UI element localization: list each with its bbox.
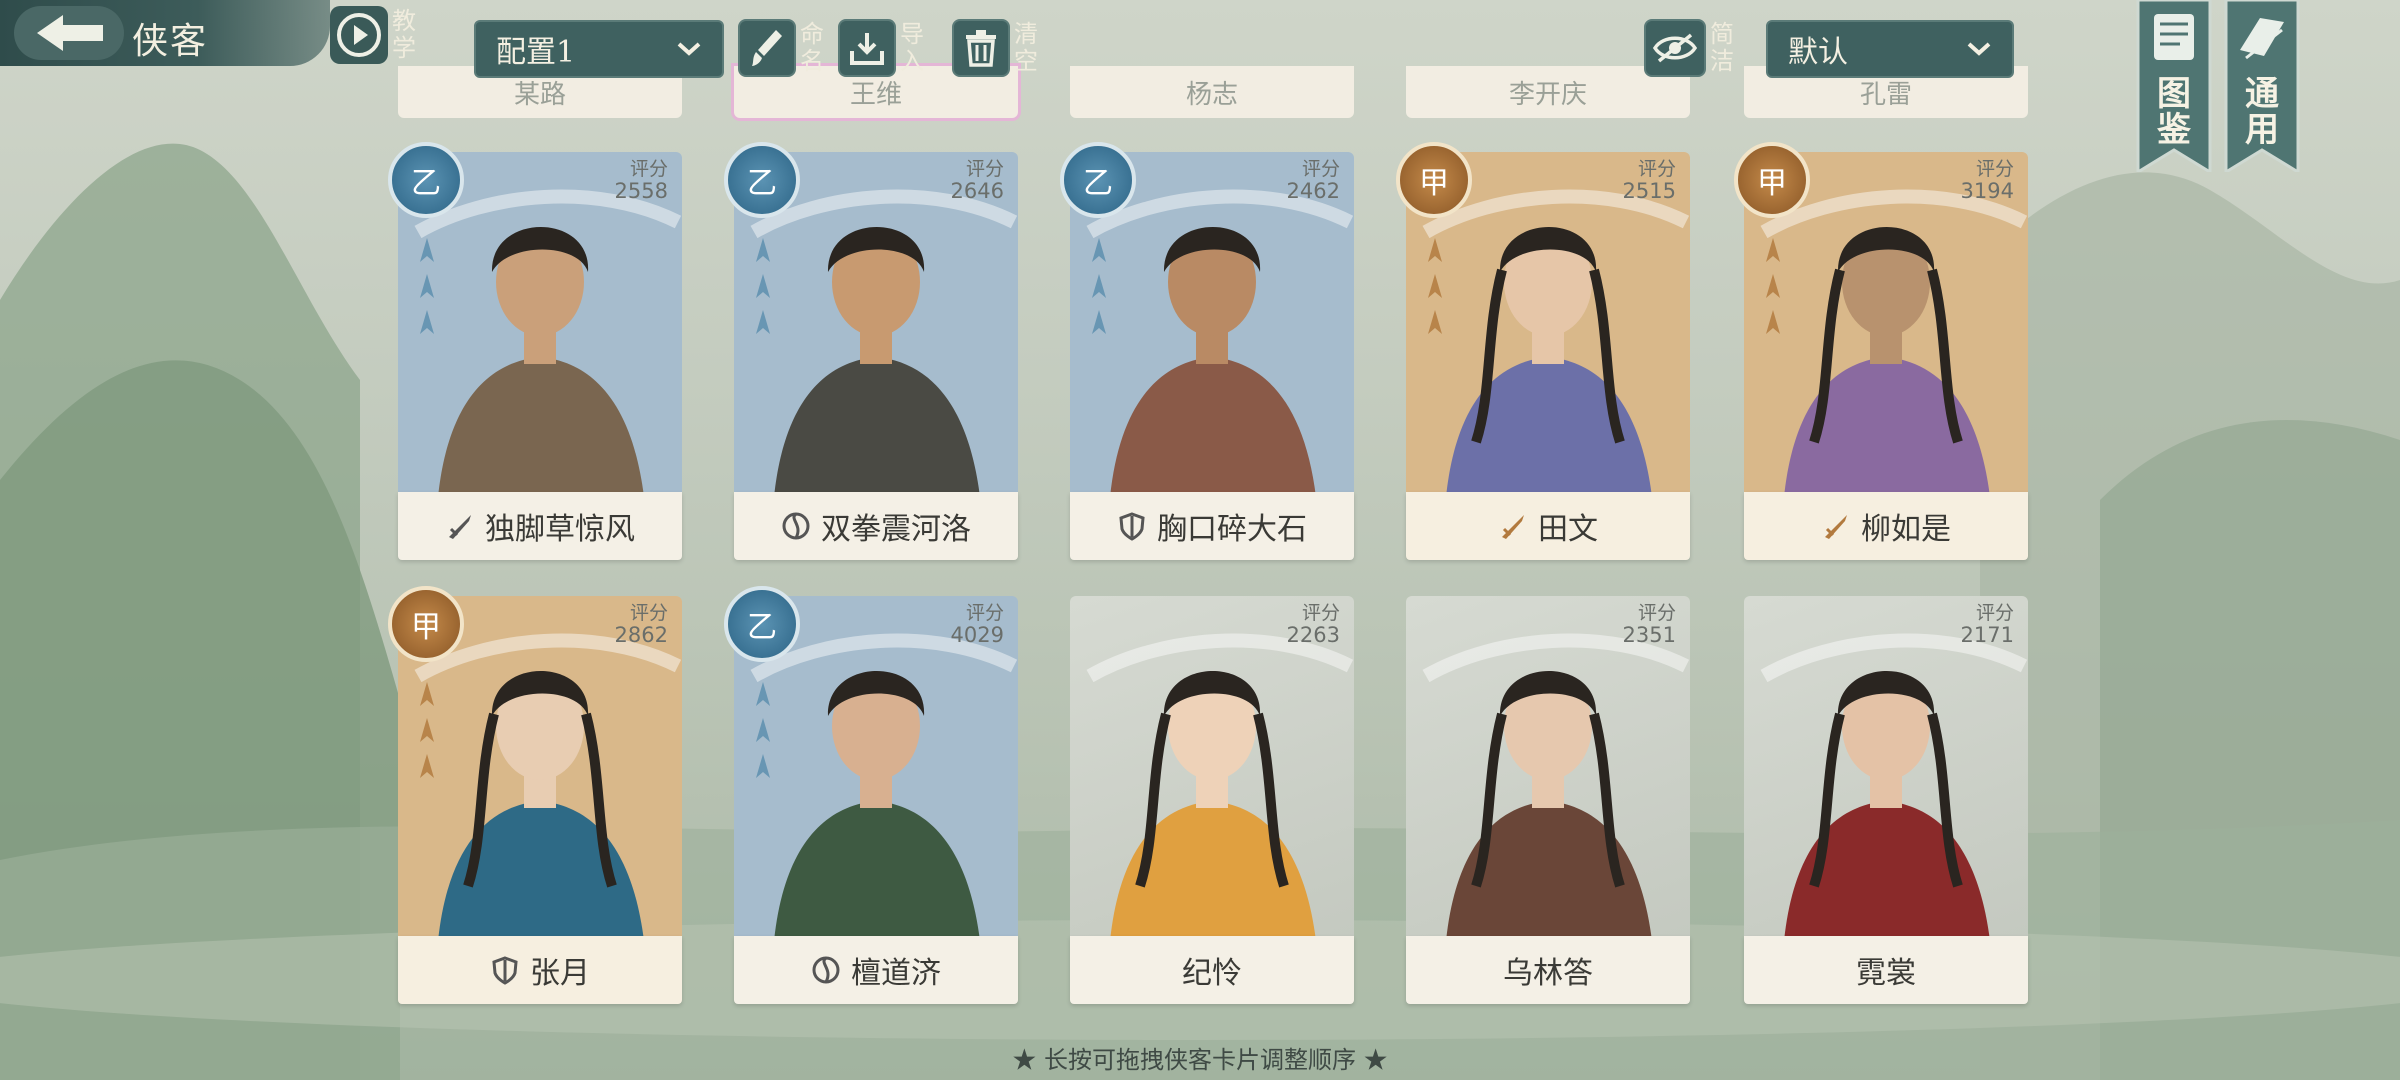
hero-name: 檀道济 [851,956,941,991]
import-button[interactable]: 导入 [838,16,924,80]
eye-hidden-icon [1653,33,1697,63]
hero-portrait [1070,596,1354,941]
score-display: 评分 2515 [1622,158,1676,203]
rename-button[interactable]: 命名 [738,16,824,80]
hero-name-plate: 纪怜 [1070,936,1354,1004]
simple-mode-toggle[interactable]: 简洁 [1644,16,1734,80]
star-pips-icon [1428,238,1442,334]
hero-name-plate: 柳如是 [1744,492,2028,560]
score-display: 评分 4029 [950,602,1004,647]
hero-name-plate: 双拳震河洛 [734,492,1018,560]
top-bar: 侠客 教学 配置1 命名 导入 清空 简 洁 默认 [0,0,2400,80]
star-pips-icon [1092,238,1106,334]
drag-hint: ★ 长按可拖拽侠客卡片调整顺序 ★ [1012,1046,1388,1074]
hero-illustration [1086,633,1354,941]
score-display: 评分 2351 [1622,602,1676,647]
play-icon [337,13,381,57]
config-select[interactable]: 配置1 [474,20,724,78]
hero-name: 乌林答 [1503,956,1593,991]
hero-illustration [1422,633,1690,941]
score-display: 评分 2171 [1960,602,2014,647]
score-display: 评分 2462 [1286,158,1340,203]
hero-portrait [1406,596,1690,941]
hero-card[interactable]: 评分 2351 乌林答 [1406,596,1690,1006]
hero-name: 张月 [530,956,590,991]
rank-badge: 甲 [1734,142,1810,218]
blade-icon [1502,515,1524,539]
shield-icon [1119,512,1145,541]
taiji-icon [812,956,840,984]
score-display: 评分 2646 [950,158,1004,203]
download-icon [850,33,884,65]
hero-name: 纪怜 [1182,956,1242,991]
score-display: 评分 2558 [614,158,668,203]
title-pill: 侠客 [0,0,330,66]
codex-label: 图鉴 [2157,74,2191,150]
hero-name-plate: 乌林答 [1406,936,1690,1004]
hero-name-plate: 独脚草惊风 [398,492,682,560]
star-pips-icon [756,238,770,334]
hero-card[interactable]: 甲 评分 2862 张月 [388,586,682,1006]
rank-badge: 乙 [724,142,800,218]
clear-button[interactable]: 清空 [952,16,1038,80]
rank-badge: 甲 [1396,142,1472,218]
hero-card[interactable]: 乙 评分 2558 独脚草惊风 [388,142,682,562]
score-display: 评分 2263 [1286,602,1340,647]
hero-portrait [1744,596,2028,941]
hero-name: 独脚草惊风 [485,512,635,547]
blade-icon [1825,515,1847,539]
general-label: 通用 [2245,74,2279,150]
tutorial-label: 教学 [392,7,416,62]
taiji-icon [782,512,810,540]
hero-card[interactable]: 评分 2171 霓裳 [1744,596,2028,1006]
star-pips-icon [420,238,434,334]
hero-name: 胸口碎大石 [1157,512,1307,547]
hero-name-plate: 胸口碎大石 [1070,492,1354,560]
hero-name-plate: 田文 [1406,492,1690,560]
hero-illustration [1760,633,2028,941]
hero-name: 双拳震河洛 [821,512,971,547]
hero-card[interactable]: 乙 评分 4029 檀道济 [724,586,1018,1006]
star-pips-icon [420,682,434,778]
hero-name: 柳如是 [1861,512,1951,547]
hero-name: 田文 [1538,512,1598,547]
rank-badge: 乙 [724,586,800,662]
hero-card[interactable]: 评分 2263 纪怜 [1070,596,1354,1006]
hero-card[interactable]: 乙 评分 2646 双拳震河洛 [724,142,1018,562]
hero-name-plate: 张月 [398,936,682,1004]
rank-badge: 甲 [388,586,464,662]
brush-icon [752,30,782,66]
config-select-value: 配置1 [496,35,576,70]
back-button[interactable] [14,6,124,60]
page-title: 侠客 [132,21,209,62]
general-banner-button[interactable]: 通用 [2224,0,2300,175]
hero-name-plate: 檀道济 [734,936,1018,1004]
shield-icon [492,956,518,985]
blade-icon [449,515,471,539]
rank-badge: 乙 [1060,142,1136,218]
rank-badge: 乙 [388,142,464,218]
star-pips-icon [756,682,770,778]
back-arrow-icon [37,15,103,51]
hero-name-plate: 霓裳 [1744,936,2028,1004]
hero-card[interactable]: 乙 评分 2462 胸口碎大石 [1060,142,1354,562]
hero-card[interactable]: 甲 评分 2515 田文 [1396,142,1690,562]
sort-select-value: 默认 [1788,35,1848,70]
codex-banner-button[interactable]: 图鉴 [2136,0,2212,175]
trash-icon [966,30,996,67]
score-display: 评分 3194 [1960,158,2014,203]
sort-select[interactable]: 默认 [1766,20,2014,78]
star-pips-icon [1766,238,1780,334]
hero-name: 霓裳 [1856,956,1916,991]
chevron-down-icon [1967,42,1991,56]
tutorial-button[interactable]: 教学 [330,2,416,68]
chevron-down-icon [677,42,701,56]
hero-card[interactable]: 甲 评分 3194 柳如是 [1734,142,2028,562]
score-display: 评分 2862 [614,602,668,647]
